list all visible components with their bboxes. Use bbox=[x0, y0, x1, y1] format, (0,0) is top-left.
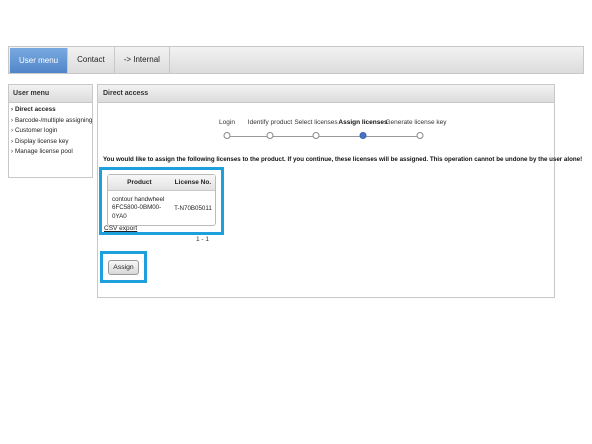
main-panel: Direct access Login Identify product Sel… bbox=[97, 84, 582, 298]
stepper-line bbox=[227, 136, 420, 137]
cell-product: contour handwheel 6FC5800-0BM00-0YA0 bbox=[108, 196, 171, 222]
step-dot-generate-license-key bbox=[416, 132, 424, 139]
progress-stepper: Login Identify product Select licenses A… bbox=[98, 85, 554, 145]
step-dot-identify-product bbox=[266, 132, 274, 139]
sidebar-item-direct-access[interactable]: › Direct access bbox=[11, 105, 92, 116]
product-code: 6FC5800-0BM00-0YA0 bbox=[112, 204, 162, 220]
sidebar-item-manage-license-pool[interactable]: › Manage license pool bbox=[11, 147, 92, 158]
step-label-assign-licenses: Assign licenses bbox=[338, 119, 388, 126]
table-row: contour handwheel 6FC5800-0BM00-0YA0 T-N… bbox=[108, 191, 215, 226]
step-dot-login bbox=[223, 132, 231, 139]
column-header-product: Product bbox=[127, 179, 152, 186]
license-table: Product License No. contour handwheel 6F… bbox=[107, 174, 216, 226]
sidebar-item-label: Direct access bbox=[15, 106, 56, 113]
button-highlight-frame: Assign bbox=[100, 251, 147, 283]
sidebar-item-label: Customer login bbox=[15, 127, 58, 134]
product-name: contour handwheel bbox=[112, 195, 165, 203]
sidebar-title: User menu bbox=[9, 85, 92, 103]
cell-license-no: T-N70B05011 bbox=[174, 205, 212, 212]
chevron-right-icon: › bbox=[11, 107, 13, 113]
step-dot-select-licenses bbox=[312, 132, 320, 139]
tab-user-menu[interactable]: User menu bbox=[10, 48, 69, 73]
sidebar-item-barcode-assigning[interactable]: › Barcode-/multiple assigning bbox=[11, 116, 92, 127]
sidebar-item-label: Manage license pool bbox=[15, 148, 73, 155]
top-navigation-bar: User menu Contact -> Internal bbox=[8, 46, 584, 74]
chevron-right-icon: › bbox=[11, 138, 13, 145]
tab-internal[interactable]: -> Internal bbox=[115, 47, 170, 73]
chevron-right-icon: › bbox=[11, 128, 13, 134]
assign-button[interactable]: Assign bbox=[108, 260, 139, 275]
assign-warning-text: You would like to assign the following l… bbox=[103, 156, 583, 163]
step-label-select-licenses: Select licenses bbox=[294, 119, 338, 126]
sidebar-item-display-license-key[interactable]: › Display license key bbox=[11, 137, 92, 148]
step-label-generate-license-key: Generate license key bbox=[385, 119, 447, 126]
step-dot-assign-licenses bbox=[359, 132, 367, 139]
sidebar-item-customer-login[interactable]: › Customer login bbox=[11, 126, 92, 137]
csv-export-link[interactable]: CSV export bbox=[104, 225, 137, 232]
step-label-identify-product: Identify product bbox=[247, 119, 293, 126]
step-label-login: Login bbox=[219, 119, 235, 126]
sidebar-list: › Direct access › Barcode-/multiple assign… bbox=[9, 103, 92, 158]
column-header-license-no: License No. bbox=[174, 179, 212, 186]
sidebar: User menu › Direct access › Barcode-/multi… bbox=[8, 84, 93, 178]
chevron-right-icon: › bbox=[11, 117, 13, 124]
sidebar-item-label: Display license key bbox=[15, 137, 69, 145]
chevron-right-icon: › bbox=[11, 149, 13, 155]
sidebar-item-label: Barcode-/multiple assigning bbox=[15, 116, 93, 124]
paging-info: 1 - 1 bbox=[196, 236, 210, 243]
table-header: Product License No. bbox=[108, 175, 215, 191]
tab-contact[interactable]: Contact bbox=[68, 47, 115, 73]
